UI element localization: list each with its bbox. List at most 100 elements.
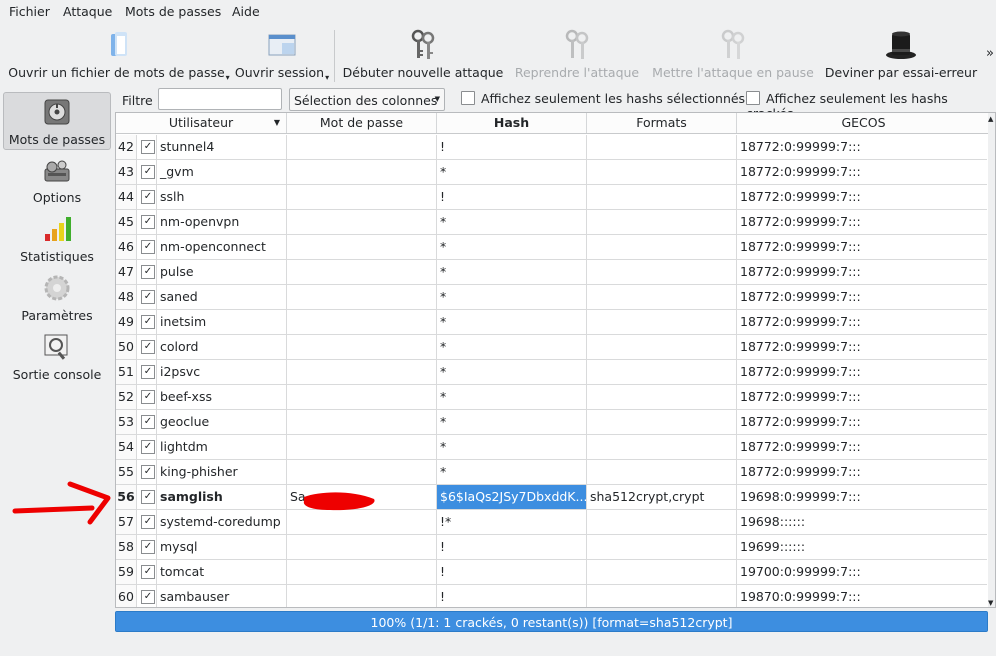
row-checkbox[interactable]: ✓ xyxy=(137,335,157,359)
cell-hash[interactable]: $6$IaQs2JSy7DbxddK... xyxy=(437,485,587,509)
cell-hash[interactable]: * xyxy=(437,235,587,259)
table-row[interactable]: 58 ✓ mysql! 19699:::::: xyxy=(116,535,987,560)
checkmark-icon: ✓ xyxy=(141,165,155,179)
start-attack-button[interactable]: Débuter nouvelle attaque xyxy=(342,22,504,84)
table-row[interactable]: 49 ✓ inetsim * 18772:0:99999:7::: xyxy=(116,310,987,335)
sidebar-item-console[interactable]: Sortie console xyxy=(3,328,111,386)
filter-input[interactable] xyxy=(158,88,282,110)
column-header-formats[interactable]: Formats xyxy=(587,113,737,133)
sidebar-label-console: Sortie console xyxy=(12,367,102,382)
table-row[interactable]: 54 ✓ lightdm * 18772:0:99999:7::: xyxy=(116,435,987,460)
column-header-user[interactable]: Utilisateur ▼ xyxy=(116,113,287,133)
cell-password xyxy=(287,410,437,434)
cell-hash[interactable]: * xyxy=(437,310,587,334)
guess-button[interactable]: Deviner par essai-erreur xyxy=(824,22,978,84)
cell-hash[interactable]: !* xyxy=(437,510,587,534)
row-checkbox[interactable]: ✓ xyxy=(137,185,157,209)
vertical-scrollbar[interactable]: ▲ ▼ xyxy=(988,113,995,607)
row-number: 44 xyxy=(116,185,137,209)
checkmark-icon: ✓ xyxy=(141,590,155,604)
row-checkbox[interactable]: ✓ xyxy=(137,285,157,309)
cell-hash[interactable]: * xyxy=(437,335,587,359)
table-row[interactable]: 59 ✓ tomcat! 19700:0:99999:7::: xyxy=(116,560,987,585)
table-row[interactable]: 57 ✓ systemd-coredump !* 19698:::::: xyxy=(116,510,987,535)
cell-hash[interactable]: ! xyxy=(437,185,587,209)
cell-hash[interactable]: ! xyxy=(437,535,587,559)
row-checkbox[interactable]: ✓ xyxy=(137,410,157,434)
cell-password xyxy=(287,160,437,184)
menu-mots-de-passes[interactable]: Mots de passes xyxy=(125,4,221,19)
cell-user: king-phisher xyxy=(157,460,287,484)
table-row[interactable]: 55 ✓ king-phisher * 18772:0:99999:7::: xyxy=(116,460,987,485)
column-select[interactable]: Sélection des colonnes ▼ xyxy=(289,88,445,111)
table-header: Utilisateur ▼ Mot de passe Hash Formats … xyxy=(116,113,990,134)
sidebar-item-statistics[interactable]: Statistiques xyxy=(3,210,111,268)
table-row[interactable]: 60 ✓ sambauser! 19870:0:99999:7::: xyxy=(116,585,987,607)
cell-hash[interactable]: ! xyxy=(437,560,587,584)
cell-hash[interactable]: * xyxy=(437,285,587,309)
row-checkbox[interactable]: ✓ xyxy=(137,160,157,184)
menu-fichier[interactable]: Fichier xyxy=(9,4,50,19)
table-row[interactable]: 53 ✓ geoclue * 18772:0:99999:7::: xyxy=(116,410,987,435)
cell-hash[interactable]: ! xyxy=(437,585,587,607)
table-row[interactable]: 51 ✓ i2psvc * 18772:0:99999:7::: xyxy=(116,360,987,385)
sidebar-item-settings[interactable]: Paramètres xyxy=(3,269,111,327)
resume-attack-button[interactable]: Reprendre l'attaque xyxy=(514,22,640,84)
cell-password xyxy=(287,260,437,284)
row-checkbox[interactable]: ✓ xyxy=(137,235,157,259)
cell-hash[interactable]: ! xyxy=(437,135,587,159)
row-checkbox[interactable]: ✓ xyxy=(137,360,157,384)
cell-hash[interactable]: * xyxy=(437,410,587,434)
cell-hash[interactable]: * xyxy=(437,385,587,409)
cell-hash[interactable]: * xyxy=(437,360,587,384)
menu-aide[interactable]: Aide xyxy=(232,4,260,19)
table-row[interactable]: 47 ✓ pulse * 18772:0:99999:7::: xyxy=(116,260,987,285)
show-selected-checkbox[interactable]: Affichez seulement les hashs sélectionné… xyxy=(461,91,745,106)
sidebar-item-options[interactable]: Options xyxy=(3,151,111,209)
scroll-up-icon[interactable]: ▲ xyxy=(988,115,993,123)
table-row[interactable]: 52 ✓ beef-xss * 18772:0:99999:7::: xyxy=(116,385,987,410)
table-row[interactable]: 50 ✓ colord * 18772:0:99999:7::: xyxy=(116,335,987,360)
cell-user: pulse xyxy=(157,260,287,284)
column-header-password[interactable]: Mot de passe xyxy=(287,113,437,133)
row-checkbox[interactable]: ✓ xyxy=(137,535,157,559)
row-checkbox[interactable]: ✓ xyxy=(137,485,157,509)
table-row[interactable]: 48 ✓ saned * 18772:0:99999:7::: xyxy=(116,285,987,310)
row-checkbox[interactable]: ✓ xyxy=(137,260,157,284)
cell-gecos: 18772:0:99999:7::: xyxy=(740,314,861,329)
row-checkbox[interactable]: ✓ xyxy=(137,585,157,607)
row-checkbox[interactable]: ✓ xyxy=(137,135,157,159)
column-header-hash[interactable]: Hash xyxy=(437,113,587,133)
start-attack-label: Débuter nouvelle attaque xyxy=(342,65,504,80)
row-checkbox[interactable]: ✓ xyxy=(137,385,157,409)
table-row[interactable]: 44 ✓ sslh! 18772:0:99999:7::: xyxy=(116,185,987,210)
row-checkbox[interactable]: ✓ xyxy=(137,460,157,484)
magic-hat-icon xyxy=(886,31,916,59)
cell-password xyxy=(287,285,437,309)
sidebar-item-passwords[interactable]: Mots de passes xyxy=(3,92,111,150)
table-row[interactable]: 56 ✓ samglish Sa $6$IaQs2JSy7DbxddK... sha512… xyxy=(116,485,987,510)
cell-hash[interactable]: * xyxy=(437,260,587,284)
menu-attaque[interactable]: Attaque xyxy=(63,4,112,19)
scroll-down-icon[interactable]: ▼ xyxy=(988,599,993,607)
open-file-button[interactable]: Ouvrir un fichier de mots de passe▾ xyxy=(8,22,230,84)
table-row[interactable]: 42 ✓ stunnel4! 18772:0:99999:7::: xyxy=(116,135,987,160)
cell-hash[interactable]: * xyxy=(437,210,587,234)
column-header-gecos[interactable]: GECOS xyxy=(737,113,990,133)
checkbox-icon xyxy=(746,91,760,105)
pause-attack-button[interactable]: Mettre l'attaque en pause xyxy=(652,22,814,84)
checkbox-icon xyxy=(461,91,475,105)
row-checkbox[interactable]: ✓ xyxy=(137,510,157,534)
cell-hash[interactable]: * xyxy=(437,160,587,184)
table-row[interactable]: 45 ✓ nm-openvpn * 18772:0:99999:7::: xyxy=(116,210,987,235)
row-checkbox[interactable]: ✓ xyxy=(137,435,157,459)
row-checkbox[interactable]: ✓ xyxy=(137,560,157,584)
cell-hash[interactable]: * xyxy=(437,460,587,484)
table-row[interactable]: 43 ✓ _gvm * 18772:0:99999:7::: xyxy=(116,160,987,185)
cell-hash[interactable]: * xyxy=(437,435,587,459)
open-session-button[interactable]: Ouvrir session▾ xyxy=(234,22,330,84)
row-checkbox[interactable]: ✓ xyxy=(137,210,157,234)
row-checkbox[interactable]: ✓ xyxy=(137,310,157,334)
toolbar-overflow-icon[interactable]: » xyxy=(986,46,994,61)
table-row[interactable]: 46 ✓ nm-openconnect * 18772:0:99999:7::: xyxy=(116,235,987,260)
